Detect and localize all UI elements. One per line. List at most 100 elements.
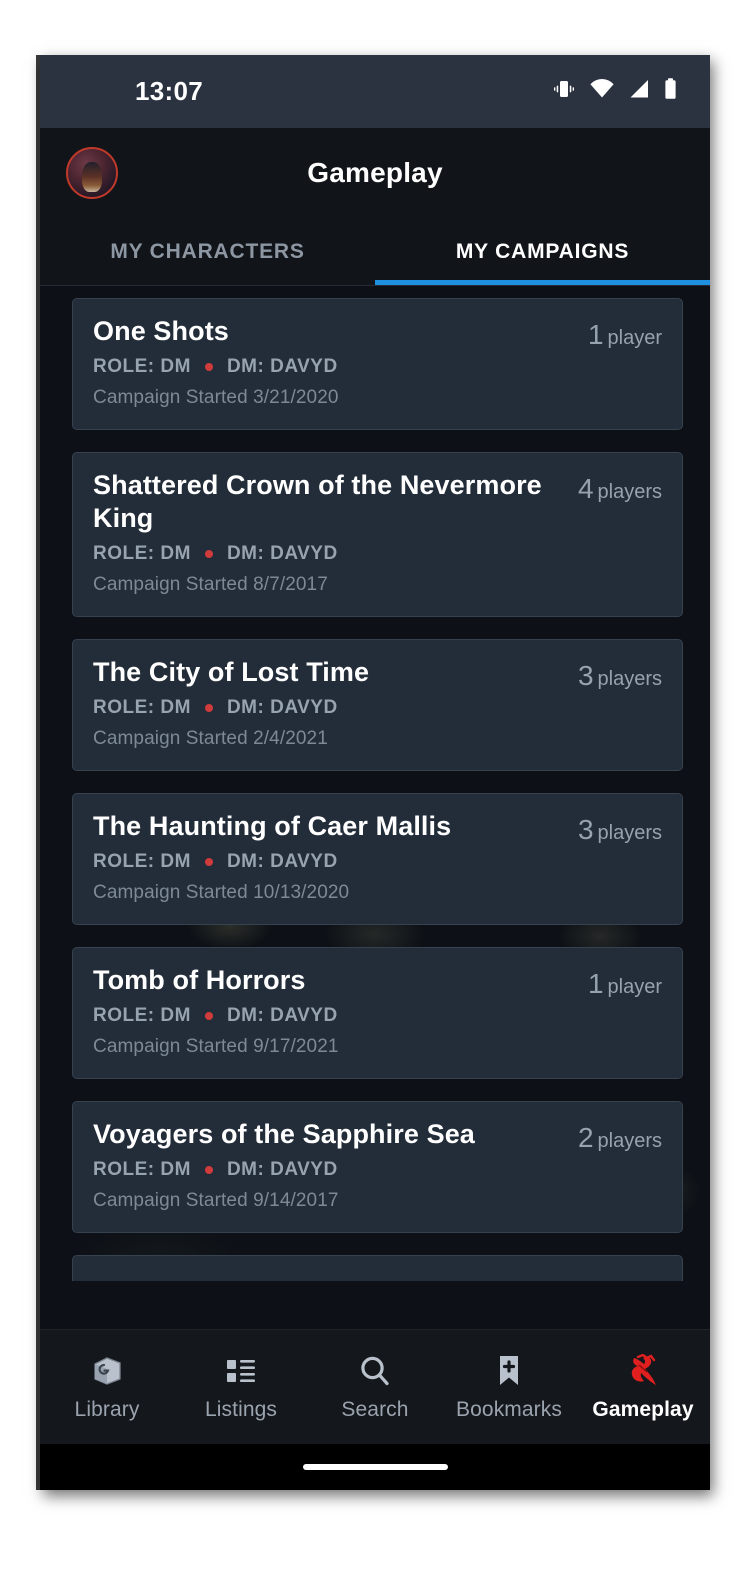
nav-item-gameplay[interactable]: Gameplay (576, 1353, 710, 1422)
campaign-player-count: 3 players (564, 656, 662, 750)
vibrate-icon (552, 77, 576, 106)
campaign-card[interactable]: Shattered Crown of the Nevermore King RO… (72, 451, 683, 617)
campaign-started: Campaign Started 10/13/2020 (93, 881, 350, 903)
nav-item-bookmarks[interactable]: Bookmarks (442, 1353, 576, 1422)
campaign-list: One Shots ROLE: DM DM: DAVYD Campaign St… (40, 286, 710, 1281)
status-icons (552, 77, 678, 106)
campaign-role: ROLE: DM (93, 542, 191, 564)
nav-label: Gameplay (592, 1397, 694, 1421)
campaign-meta: ROLE: DM DM: DAVYD (93, 697, 564, 719)
campaign-started: Campaign Started 8/7/2017 (93, 573, 328, 595)
campaign-dm: DM: DAVYD (226, 355, 338, 377)
players-count: 3 (577, 813, 594, 845)
campaign-player-count: 1 player (574, 315, 662, 409)
campaign-title: The Haunting of Caer Mallis (93, 810, 452, 841)
tab-my-characters[interactable]: MY CHARACTERS (40, 218, 375, 285)
list-icon (225, 1353, 257, 1389)
campaign-player-count: 4 players (564, 469, 662, 596)
players-label: players (597, 667, 662, 690)
tab-bar: MY CHARACTERS MY CAMPAIGNS (40, 218, 710, 286)
campaign-card[interactable]: Voyagers of the Sapphire Sea ROLE: DM DM… (72, 1100, 683, 1233)
campaign-card[interactable]: The Haunting of Caer Mallis ROLE: DM DM:… (72, 792, 683, 925)
campaign-title: The City of Lost Time (93, 656, 370, 687)
campaign-card-main: One Shots ROLE: DM DM: DAVYD Campaign St… (93, 315, 574, 409)
campaign-dm: DM: DAVYD (226, 1004, 338, 1026)
players-label: players (597, 1129, 662, 1152)
campaign-list-area[interactable]: One Shots ROLE: DM DM: DAVYD Campaign St… (40, 286, 710, 1281)
campaign-role: ROLE: DM (93, 696, 191, 718)
campaign-card-main: The City of Lost Time ROLE: DM DM: DAVYD… (93, 656, 564, 750)
players-label: players (597, 480, 662, 503)
meta-separator-dot-icon (204, 703, 213, 712)
players-count: 1 (587, 967, 604, 999)
campaign-player-count: 2 players (564, 1118, 662, 1212)
campaign-meta: ROLE: DM DM: DAVYD (93, 851, 564, 873)
page-title: Gameplay (307, 157, 443, 188)
bookmark-plus-icon (495, 1353, 523, 1389)
campaign-card-partial[interactable] (72, 1254, 683, 1281)
campaign-card[interactable]: Tomb of Horrors ROLE: DM DM: DAVYD Campa… (72, 946, 683, 1079)
status-bar: 13:07 (40, 55, 710, 128)
tab-active-indicator (375, 280, 710, 285)
meta-separator-dot-icon (204, 857, 213, 866)
nav-label: Library (74, 1397, 140, 1421)
campaign-meta: ROLE: DM DM: DAVYD (93, 1159, 564, 1181)
campaign-card-main: Tomb of Horrors ROLE: DM DM: DAVYD Campa… (93, 964, 574, 1058)
nav-item-search[interactable]: Search (308, 1353, 442, 1422)
campaign-started: Campaign Started 9/17/2021 (93, 1035, 339, 1057)
meta-separator-dot-icon (204, 1165, 213, 1174)
campaign-card[interactable]: One Shots ROLE: DM DM: DAVYD Campaign St… (72, 298, 683, 430)
campaign-role: ROLE: DM (93, 1158, 191, 1180)
players-count: 1 (587, 319, 604, 350)
campaign-role: ROLE: DM (93, 355, 191, 377)
nav-label: Search (341, 1397, 409, 1421)
players-count: 4 (577, 472, 594, 504)
campaign-dm: DM: DAVYD (226, 696, 338, 718)
campaign-dm: DM: DAVYD (226, 542, 338, 564)
players-count: 2 (577, 1121, 594, 1153)
campaign-player-count: 1 player (574, 964, 662, 1058)
campaign-meta: ROLE: DM DM: DAVYD (93, 1005, 574, 1027)
campaign-dm: DM: DAVYD (226, 850, 338, 872)
status-clock: 13:07 (135, 76, 203, 106)
campaign-dm: DM: DAVYD (226, 1158, 338, 1180)
wifi-icon (589, 77, 615, 106)
campaign-role: ROLE: DM (93, 850, 191, 872)
phone-frame: 13:07 Gameplay MY CHARACTERS MY CAMPAIGN… (40, 55, 710, 1490)
campaign-card-main: The Haunting of Caer Mallis ROLE: DM DM:… (93, 810, 564, 904)
app-header: Gameplay (40, 128, 710, 218)
meta-separator-dot-icon (204, 549, 213, 558)
campaign-started: Campaign Started 2/4/2021 (93, 727, 328, 749)
nav-label: Listings (204, 1397, 277, 1421)
avatar[interactable] (66, 147, 118, 199)
book-icon (90, 1353, 124, 1389)
players-count: 3 (577, 659, 594, 691)
nav-item-library[interactable]: Library (40, 1353, 174, 1422)
campaign-title: Tomb of Horrors (93, 964, 306, 995)
tab-my-campaigns[interactable]: MY CAMPAIGNS (375, 218, 710, 285)
players-label: player (607, 975, 662, 998)
campaign-player-count: 3 players (564, 810, 662, 904)
campaign-meta: ROLE: DM DM: DAVYD (93, 356, 574, 378)
campaign-card-main: Shattered Crown of the Nevermore King RO… (93, 469, 564, 596)
meta-separator-dot-icon (204, 362, 213, 371)
gesture-nav-area (40, 1444, 710, 1490)
ampersand-icon (625, 1353, 661, 1389)
search-icon (358, 1353, 392, 1389)
nav-label: Bookmarks (456, 1397, 562, 1421)
campaign-card[interactable]: The City of Lost Time ROLE: DM DM: DAVYD… (72, 638, 683, 771)
players-label: player (607, 327, 662, 349)
nav-item-listings[interactable]: Listings (174, 1353, 308, 1422)
battery-icon (663, 77, 678, 106)
campaign-title: Shattered Crown of the Nevermore King (93, 469, 542, 533)
campaign-started: Campaign Started 3/21/2020 (93, 386, 339, 408)
campaign-role: ROLE: DM (93, 1004, 191, 1026)
campaign-title: One Shots (93, 316, 229, 346)
campaign-card-main: Voyagers of the Sapphire Sea ROLE: DM DM… (93, 1118, 564, 1212)
cell-signal-icon (628, 77, 650, 106)
players-label: players (597, 821, 662, 844)
gesture-home-bar[interactable] (302, 1464, 448, 1470)
bottom-navigation: Library Listings Search Bookmarks Gamepl… (40, 1329, 710, 1444)
campaign-title: Voyagers of the Sapphire Sea (93, 1118, 475, 1149)
meta-separator-dot-icon (204, 1011, 213, 1020)
